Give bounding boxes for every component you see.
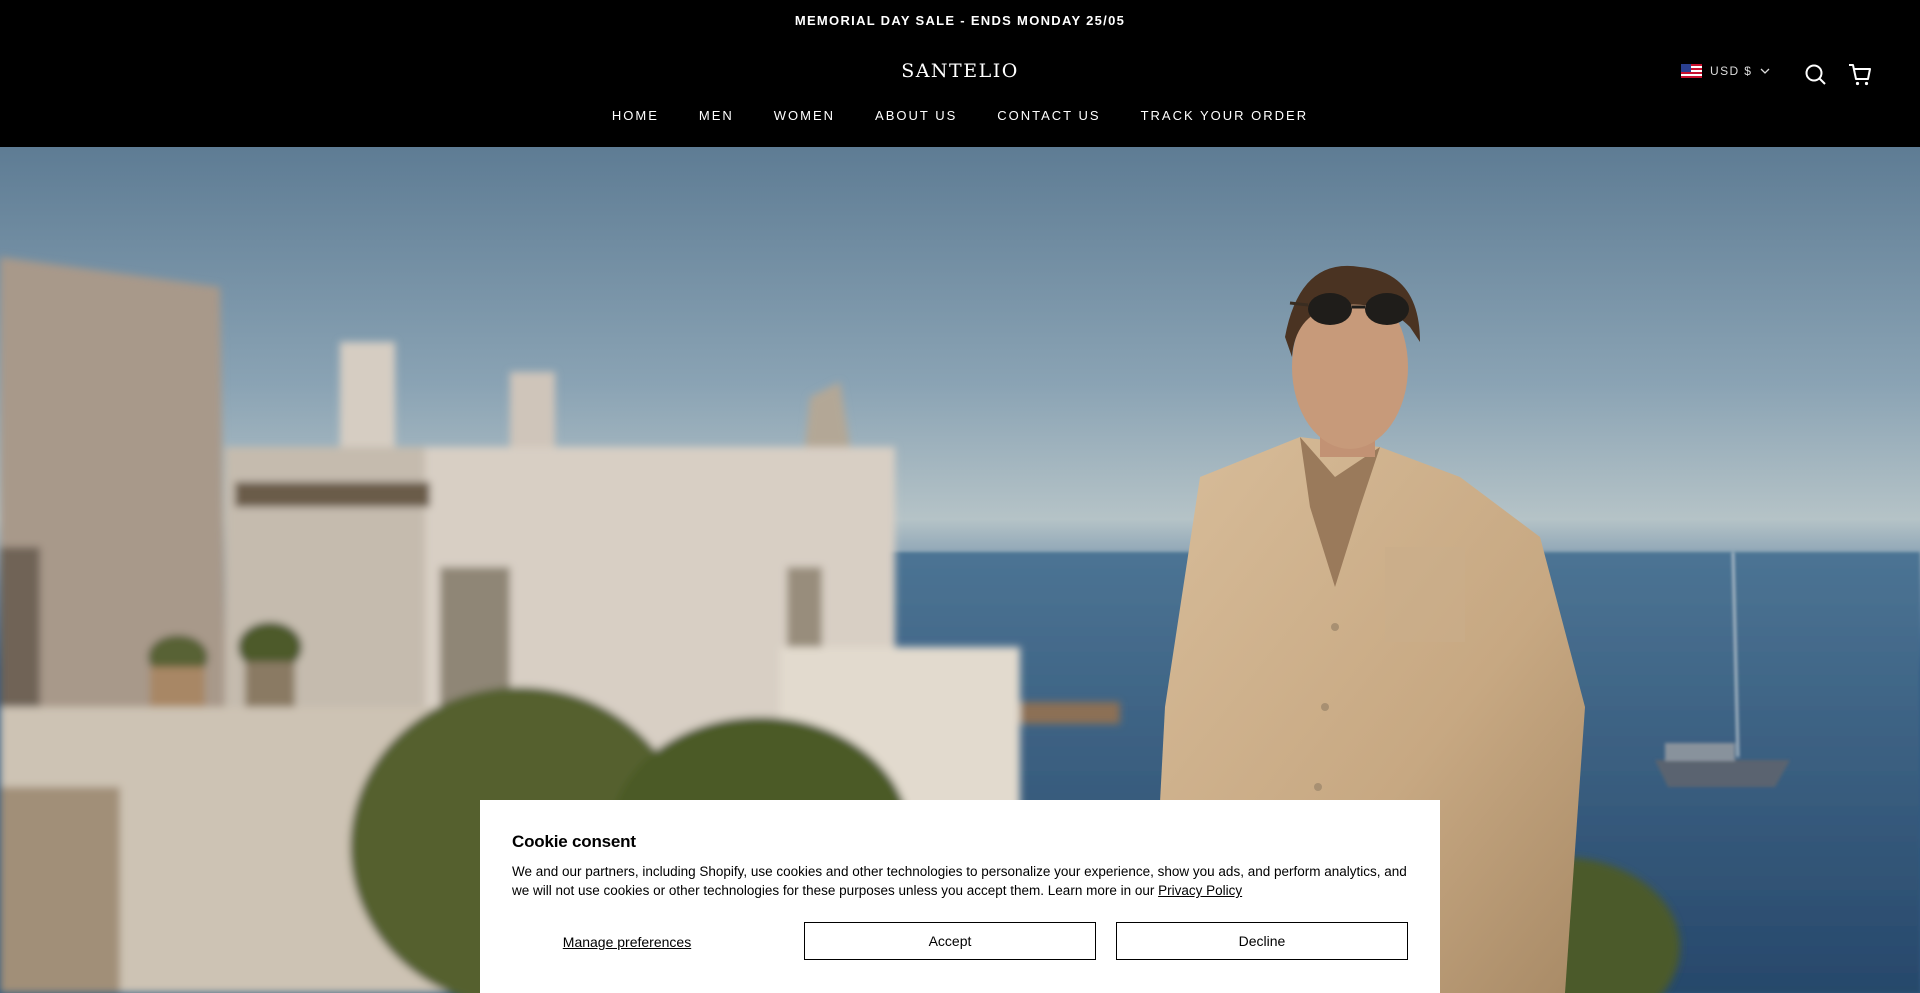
currency-label: USD $ [1710, 64, 1753, 78]
nav-men[interactable]: MEN [699, 108, 734, 123]
accept-button[interactable]: Accept [804, 922, 1096, 960]
cookie-body-text: We and our partners, including Shopify, … [512, 864, 1407, 898]
search-icon[interactable] [1803, 62, 1829, 88]
announcement-bar: MEMORIAL DAY SALE - ENDS MONDAY 25/05 [0, 0, 1920, 40]
chevron-down-icon [1760, 68, 1770, 74]
announcement-text: MEMORIAL DAY SALE - ENDS MONDAY 25/05 [794, 12, 1126, 28]
cart-icon[interactable] [1847, 62, 1873, 88]
nav-contact-us[interactable]: CONTACT US [997, 108, 1100, 123]
cookie-description: We and our partners, including Shopify, … [512, 862, 1412, 900]
decline-button[interactable]: Decline [1116, 922, 1408, 960]
manage-preferences-link[interactable]: Manage preferences [512, 922, 742, 962]
nav-about-us[interactable]: ABOUT US [875, 108, 957, 123]
cookie-consent-banner: Cookie consent We and our partners, incl… [480, 800, 1440, 993]
nav-track-your-order[interactable]: TRACK YOUR ORDER [1141, 108, 1309, 123]
privacy-policy-link[interactable]: Privacy Policy [1158, 883, 1242, 898]
nav-women[interactable]: WOMEN [774, 108, 835, 123]
currency-selector[interactable]: USD $ [1681, 64, 1770, 78]
site-logo[interactable]: SANTELIO [0, 60, 1920, 82]
cookie-title: Cookie consent [512, 832, 636, 851]
site-header: SANTELIO USD $ HOME MEN WOMEN ABOUT US C… [0, 40, 1920, 147]
main-nav: HOME MEN WOMEN ABOUT US CONTACT US TRACK… [0, 108, 1920, 123]
nav-home[interactable]: HOME [612, 108, 659, 123]
us-flag-icon [1681, 64, 1702, 78]
